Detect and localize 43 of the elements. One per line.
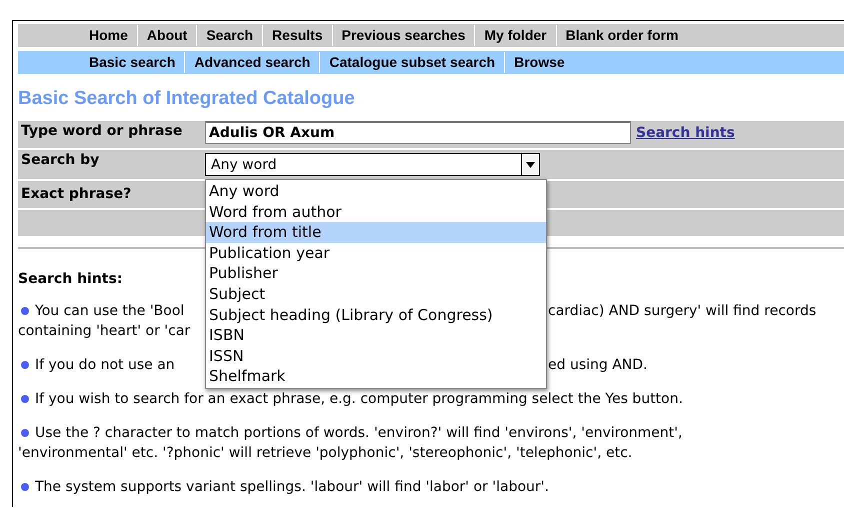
dropdown-option[interactable]: ISBN	[206, 325, 546, 346]
dropdown-option[interactable]: ISSN	[206, 346, 546, 366]
dropdown-option[interactable]: Publication year	[206, 242, 546, 264]
dropdown-option[interactable]: Word from author	[206, 202, 546, 222]
dropdown-option[interactable]: Shelfmark	[206, 366, 546, 387]
field-label: Search by	[18, 150, 203, 179]
nav-link[interactable]: Home	[80, 25, 137, 46]
hint-text: 'environmental' etc. '?phonic' will retrieve 'polyphonic', 'stereophonic', 'telephonic', etc.	[18, 444, 632, 463]
dropdown-option[interactable]: Publisher	[206, 263, 546, 284]
hint-text: If you do not use an	[35, 356, 175, 375]
nav-link[interactable]: Previous searches	[332, 25, 474, 46]
hint-text: ed using AND.	[548, 356, 648, 375]
search-by-dropdown[interactable]: Any word	[205, 153, 540, 176]
dropdown-option[interactable]: Subject	[206, 284, 546, 305]
bullet-icon	[21, 429, 29, 437]
bullet-icon	[21, 395, 29, 403]
nav-link[interactable]: Search	[196, 25, 262, 46]
search-input-field[interactable]: Adulis OR Axum	[205, 121, 631, 144]
nav-link[interactable]: About	[136, 25, 196, 46]
hint-text: Use the ? character to match portions of words. 'environ?' will find 'environs', 'environment',	[35, 424, 682, 443]
hint-text: The system supports variant spellings. 'labour' will find 'labor' or 'labour'.	[35, 478, 549, 497]
nav-link[interactable]: Results	[262, 25, 332, 46]
bullet-icon	[21, 361, 29, 369]
sub-nav-link[interactable]: Catalogue subset search	[319, 52, 504, 73]
section-heading: Search hints:	[18, 271, 122, 287]
sub-nav-link[interactable]: Browse	[504, 52, 574, 73]
hint-text: containing 'heart' or 'car	[18, 322, 190, 341]
nav-link[interactable]: Blank order form	[556, 25, 688, 46]
sub-nav-link[interactable]: Advanced search	[184, 52, 320, 73]
hint-text: You can use the 'Bool	[35, 302, 184, 321]
dropdown-option[interactable]: Any word	[206, 181, 546, 202]
bullet-icon	[21, 483, 29, 491]
caret-down-icon	[526, 162, 535, 168]
field-label: Type word or phrase	[18, 121, 203, 148]
dropdown-option[interactable]: Word from title	[206, 222, 546, 243]
dropdown-option[interactable]: Subject heading (Library of Congress)	[206, 304, 546, 326]
sub-nav-link[interactable]: Basic search	[80, 52, 184, 73]
hint-text: cardiac) AND surgery' will find records	[548, 302, 818, 321]
nav-link[interactable]: My folder	[474, 25, 556, 46]
field-label: Exact phrase?	[18, 181, 203, 208]
page-title: Basic Search of Integrated Catalogue	[18, 88, 356, 110]
hint-text: If you wish to search for an exact phrase, e.g. computer programming select the Yes button.	[35, 390, 683, 409]
bullet-icon	[21, 307, 29, 315]
